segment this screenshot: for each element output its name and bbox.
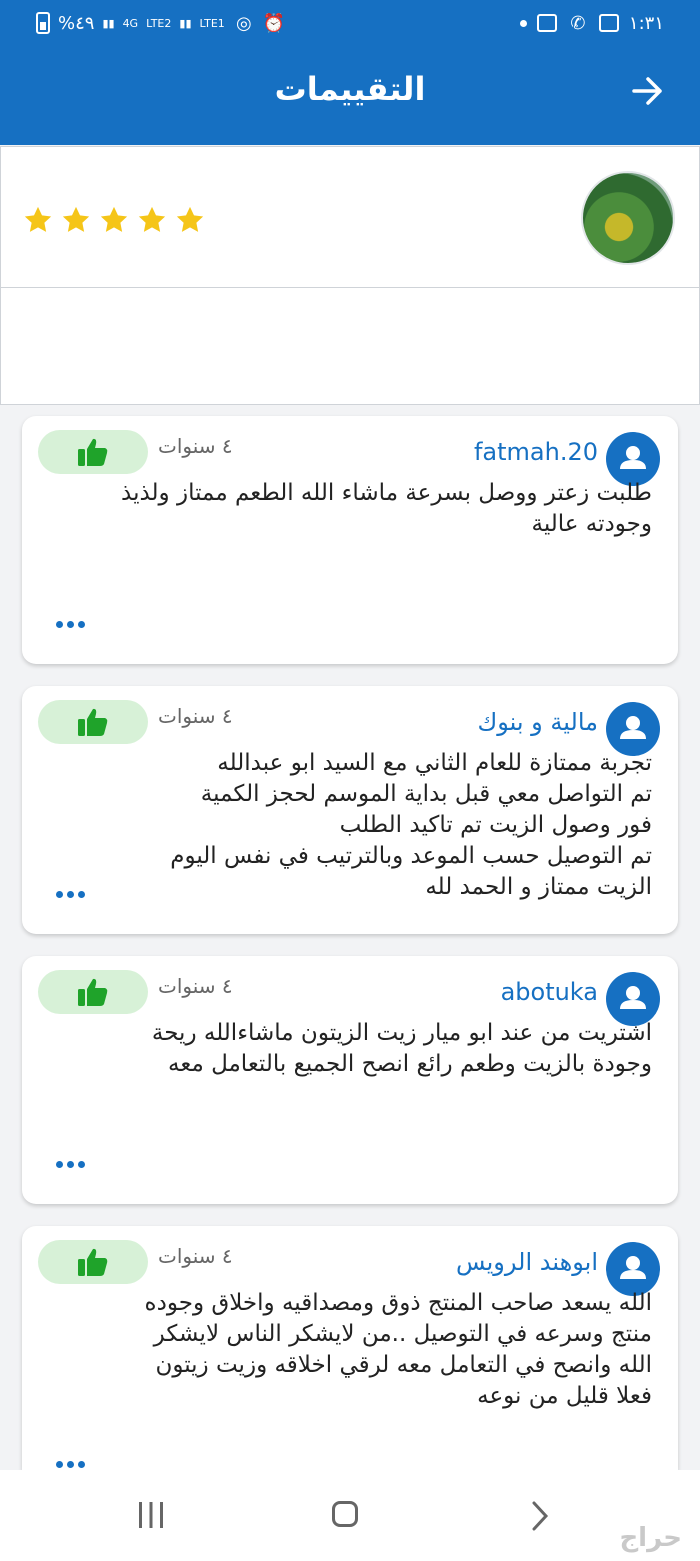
star-icon	[176, 206, 204, 232]
review-text: تجربة ممتازة للعام الثاني مع السيد ابو ع…	[170, 750, 652, 900]
review-time: ٤ سنوات	[158, 704, 233, 728]
recent-apps-icon[interactable]	[136, 1500, 166, 1530]
hotspot-icon: ◎	[235, 12, 252, 34]
like-button[interactable]	[38, 1240, 148, 1284]
network-4g: 4G	[122, 16, 139, 30]
signal-icon-2: ▮▮	[179, 16, 192, 30]
review-time: ٤ سنوات	[158, 974, 233, 998]
alarm-icon: ⏰	[262, 12, 286, 34]
thumbs-up-icon	[78, 978, 108, 1006]
product-summary	[0, 146, 700, 287]
gallery-icon	[598, 14, 619, 32]
review-username[interactable]: مالية و بنوك	[477, 708, 598, 736]
more-options-icon[interactable]	[56, 891, 85, 898]
review-username[interactable]: fatmah.20	[474, 438, 598, 466]
star-icon	[138, 206, 166, 232]
back-arrow-icon[interactable]	[630, 74, 664, 108]
like-button[interactable]	[38, 970, 148, 1014]
review-username[interactable]: abotuka	[501, 978, 598, 1006]
system-nav-bar: حراج	[0, 1470, 700, 1561]
like-button[interactable]	[38, 700, 148, 744]
like-button[interactable]	[38, 430, 148, 474]
more-options-icon[interactable]	[56, 1461, 85, 1468]
battery-icon	[36, 12, 50, 34]
nav-back-icon[interactable]	[530, 1500, 550, 1532]
thumbs-up-icon	[78, 1248, 108, 1276]
review-username[interactable]: ابوهند الرويس	[456, 1248, 598, 1276]
review-text: الله يسعد صاحب المنتج ذوق ومصداقيه واخلا…	[144, 1290, 652, 1409]
thumbs-up-icon	[78, 708, 108, 736]
app-bar: التقييمات	[0, 48, 700, 145]
status-bar: %٤٩ ▮▮ 4G LTE2 ▮▮ LTE1 ◎ ⏰ ✆ ١:٣١	[0, 0, 700, 48]
product-image[interactable]	[581, 171, 675, 265]
star-icon	[100, 206, 128, 232]
more-options-icon[interactable]	[56, 621, 85, 628]
more-options-icon[interactable]	[56, 1161, 85, 1168]
star-icon	[24, 206, 52, 232]
app-notification-icon	[536, 14, 557, 32]
review-card: ابوهند الرويس ٤ سنوات الله يسعد صاحب الم…	[22, 1226, 678, 1470]
review-card: abotuka ٤ سنوات اشتريت من عند ابو ميار ز…	[22, 956, 678, 1204]
page-title: التقييمات	[274, 70, 426, 108]
watermark-logo: حراج	[619, 1523, 682, 1553]
whatsapp-icon: ✆	[570, 12, 586, 34]
clock: ١:٣١	[628, 12, 664, 34]
battery-level: %٤٩	[58, 12, 95, 34]
home-icon[interactable]	[332, 1501, 358, 1527]
rating-stats	[0, 287, 700, 405]
network-lte2: LTE2	[146, 16, 172, 30]
review-text: اشتريت من عند ابو ميار زيت الزيتون ماشاء…	[151, 1020, 652, 1077]
review-time: ٤ سنوات	[158, 434, 233, 458]
review-time: ٤ سنوات	[158, 1244, 233, 1268]
star-icon	[62, 206, 90, 232]
notification-dot-icon	[519, 19, 527, 27]
signal-icon: ▮▮	[102, 16, 115, 30]
review-card: مالية و بنوك ٤ سنوات تجربة ممتازة للعام …	[22, 686, 678, 934]
review-text: طلبت زعتر ووصل بسرعة ماشاء الله الطعم مم…	[121, 480, 652, 537]
network-lte1: LTE1	[199, 16, 225, 30]
review-card: fatmah.20 ٤ سنوات طلبت زعتر ووصل بسرعة م…	[22, 416, 678, 664]
thumbs-up-icon	[78, 438, 108, 466]
rating-stars	[23, 205, 205, 235]
